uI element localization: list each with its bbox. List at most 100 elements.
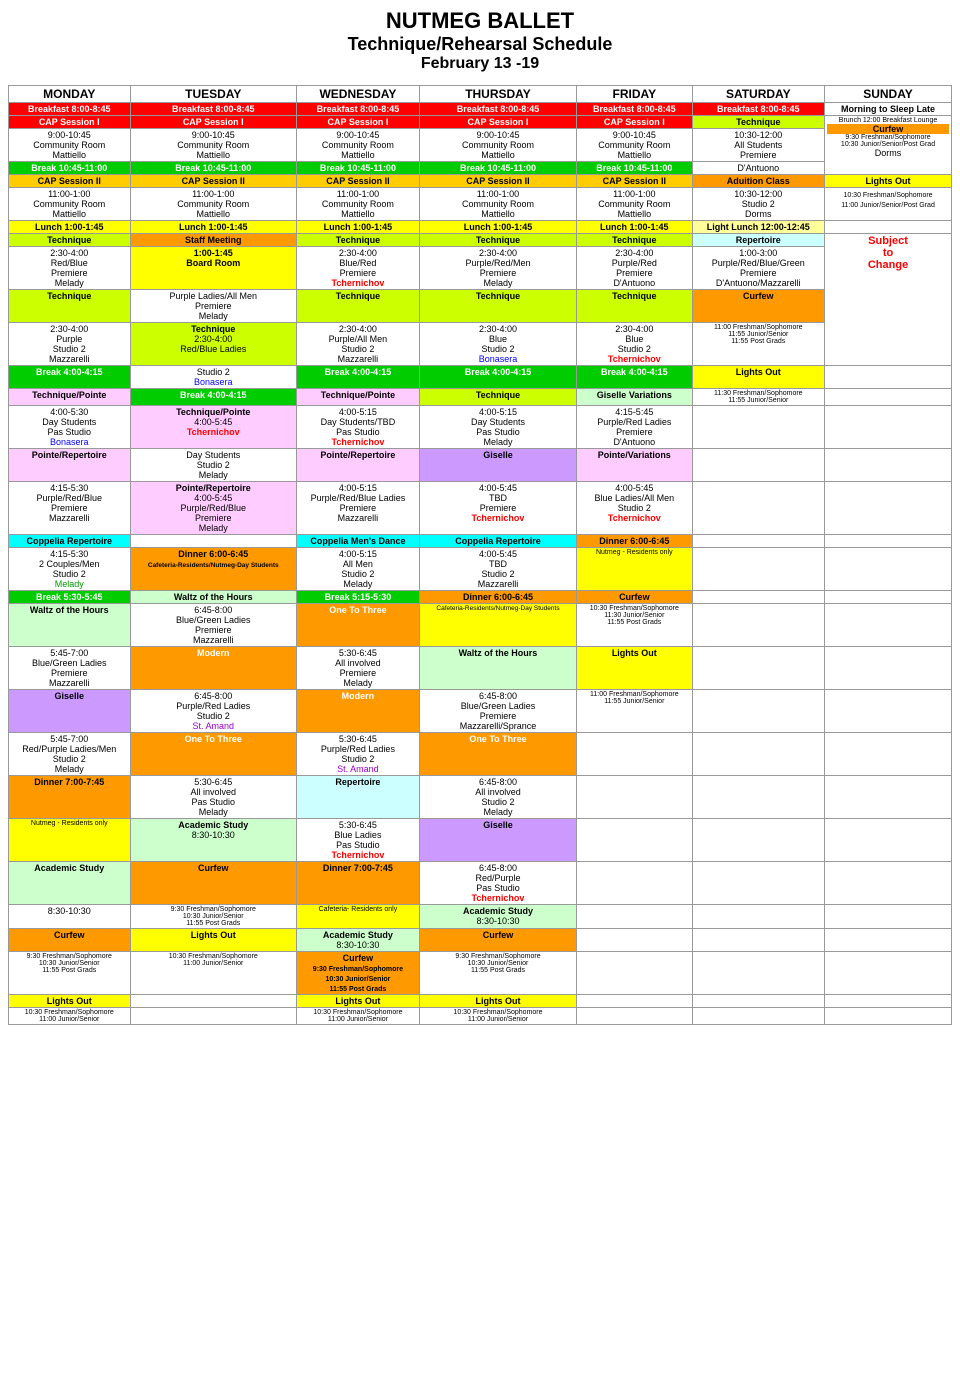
list-item	[692, 591, 825, 604]
list-item: Curfew	[577, 591, 692, 604]
list-item: Repertoire	[297, 776, 420, 819]
list-item: CAP Session I	[577, 116, 692, 129]
list-item	[692, 604, 825, 647]
table-row: 5:45-7:00Blue/Green LadiesPremiereMazzar…	[9, 647, 952, 690]
list-item	[692, 535, 825, 548]
title: NUTMEG BALLET	[8, 8, 952, 34]
list-item: 2:30-4:00Red/BluePremiereMelady	[9, 247, 131, 290]
list-item: 4:15-5:30Purple/Red/BluePremiereMazzarel…	[9, 482, 131, 535]
list-item: Break 5:30-5:45	[9, 591, 131, 604]
list-item	[825, 862, 952, 905]
list-item	[692, 449, 825, 482]
list-item: Technique	[692, 116, 825, 129]
list-item: Technique/Pointe	[297, 389, 420, 406]
list-item: Curfew	[9, 929, 131, 952]
list-item: Pointe/Repertoire	[297, 449, 420, 482]
list-item: Technique	[419, 234, 576, 247]
list-item	[825, 952, 952, 995]
list-item: 4:00-5:45Blue Ladies/All MenStudio 2Tche…	[577, 482, 692, 535]
table-row: 2:30-4:00PurpleStudio 2Mazzarelli Techni…	[9, 323, 952, 366]
list-item	[130, 995, 297, 1008]
list-item: 4:00-5:15Purple/Red/Blue LadiesPremiereM…	[297, 482, 420, 535]
list-item: 6:45-8:00Red/PurplePas StudioTchernichov	[419, 862, 576, 905]
list-item: CAP Session II	[130, 175, 297, 188]
list-item: Break 4:00-4:15	[9, 366, 131, 389]
list-item: Dinner 7:00-7:45	[297, 862, 420, 905]
list-item: 11:00-1:00Community RoomMattiello	[130, 188, 297, 221]
list-item	[577, 995, 692, 1008]
table-row: 10:30 Freshman/Sophomore11:00 Junior/Sen…	[9, 1008, 952, 1025]
subtitle: Technique/Rehearsal Schedule	[8, 34, 952, 55]
list-item: Dinner 6:00-6:45	[577, 535, 692, 548]
list-item: 10:30 Freshman/Sophomore11:00 Junior/Sen…	[419, 1008, 576, 1025]
list-item: CAP Session II	[419, 175, 576, 188]
list-item: 5:30-6:45Blue LadiesPas StudioTchernicho…	[297, 819, 420, 862]
list-item	[577, 1008, 692, 1025]
list-item: 2:30-4:00Purple/Red/MenPremiereMelady	[419, 247, 576, 290]
list-item: 11:00-1:00Community RoomMattiello	[9, 188, 131, 221]
list-item: CAP Session I	[9, 116, 131, 129]
list-item: 4:00-5:15All MenStudio 2Melady	[297, 548, 420, 591]
list-item: 5:30-6:45Purple/Red LadiesStudio 2St. Am…	[297, 733, 420, 776]
list-item	[825, 389, 952, 406]
table-row: Technique/Pointe Break 4:00-4:15 Techniq…	[9, 389, 952, 406]
list-item: Break 10:45-11:00	[9, 162, 131, 175]
list-item: 2:30-4:00Blue/RedPremiereTchernichov	[297, 247, 420, 290]
list-item: Technique	[9, 290, 131, 323]
list-item: Academic Study8:30-10:30	[130, 819, 297, 862]
list-item: Nutmeg - Residents only	[9, 819, 131, 862]
list-item	[825, 449, 952, 482]
col-wednesday: WEDNESDAY	[297, 86, 420, 103]
list-item: CAP Session II	[9, 175, 131, 188]
list-item: 4:00-5:30Day StudentsPas StudioBonasera	[9, 406, 131, 449]
list-item: CAP Session I	[419, 116, 576, 129]
list-item: Lights Out	[419, 995, 576, 1008]
schedule-table: MONDAY TUESDAY WEDNESDAY THURSDAY FRIDAY…	[8, 85, 952, 1025]
list-item: One To Three	[419, 733, 576, 776]
list-item: Dinner 6:00-6:45Cafeteria-Residents/Nutm…	[130, 548, 297, 591]
list-item: Break 4:00-4:15	[297, 366, 420, 389]
list-item: CAP Session II	[297, 175, 420, 188]
list-item: Dinner 6:00-6:45	[419, 591, 576, 604]
list-item: 2:30-4:00Purple/All MenStudio 2Mazzarell…	[297, 323, 420, 366]
list-item: Breakfast 8:00-8:45	[419, 103, 576, 116]
list-item: Coppelia Repertoire	[9, 535, 131, 548]
list-item: 5:45-7:00Red/Purple Ladies/MenStudio 2Me…	[9, 733, 131, 776]
list-item: Modern	[130, 647, 297, 690]
list-item	[692, 776, 825, 819]
list-item: Lights Out	[825, 175, 952, 188]
col-thursday: THURSDAY	[419, 86, 576, 103]
list-item: Technique	[577, 234, 692, 247]
table-row: Break 4:00-4:15 Studio 2Bonasera Break 4…	[9, 366, 952, 389]
list-item: Technique/Pointe4:00-5:45Tchernichov	[130, 406, 297, 449]
list-item: Breakfast 8:00-8:45	[130, 103, 297, 116]
list-item	[825, 221, 952, 234]
list-item: Curfew	[419, 929, 576, 952]
list-item	[825, 929, 952, 952]
list-item: Lights Out	[9, 995, 131, 1008]
list-item	[825, 690, 952, 733]
table-row: 5:45-7:00Red/Purple Ladies/MenStudio 2Me…	[9, 733, 952, 776]
list-item: Lights Out	[297, 995, 420, 1008]
table-row: 4:15-5:30Purple/Red/BluePremiereMazzarel…	[9, 482, 952, 535]
list-item: 2:30-4:00Purple/RedPremiereD'Antuono	[577, 247, 692, 290]
list-item	[130, 1008, 297, 1025]
list-item: 4:15-5:45Purple/Red LadiesPremiereD'Antu…	[577, 406, 692, 449]
list-item: Lunch 1:00-1:45	[297, 221, 420, 234]
list-item: 4:00-5:45TBDPremiereTchernichov	[419, 482, 576, 535]
list-item: 10:30-12:00Studio 2Dorms	[692, 188, 825, 221]
list-item: 6:45-8:00Blue/Green LadiesPremiereMazzar…	[419, 690, 576, 733]
list-item: Technique	[419, 389, 576, 406]
list-item: 10:30-12:00All StudentsPremiere	[692, 129, 825, 162]
list-item: 10:30 Freshman/Sophomore11:00 Junior/Sen…	[9, 1008, 131, 1025]
list-item	[692, 819, 825, 862]
table-row: Academic Study Curfew Dinner 7:00-7:45 6…	[9, 862, 952, 905]
list-item: 9:00-10:45Community RoomMattiello	[9, 129, 131, 162]
table-row: Break 10:45-11:00 Break 10:45-11:00 Brea…	[9, 162, 952, 175]
list-item: 9:00-10:45Community RoomMattiello	[577, 129, 692, 162]
list-item: Break 4:00-4:15	[577, 366, 692, 389]
list-item: Break 10:45-11:00	[297, 162, 420, 175]
table-row: CAP Session II CAP Session II CAP Sessio…	[9, 175, 952, 188]
list-item: 4:00-5:45TBDStudio 2Mazzarelli	[419, 548, 576, 591]
list-item: 11:30 Freshman/Sophomore11:55 Junior/Sen…	[692, 389, 825, 406]
